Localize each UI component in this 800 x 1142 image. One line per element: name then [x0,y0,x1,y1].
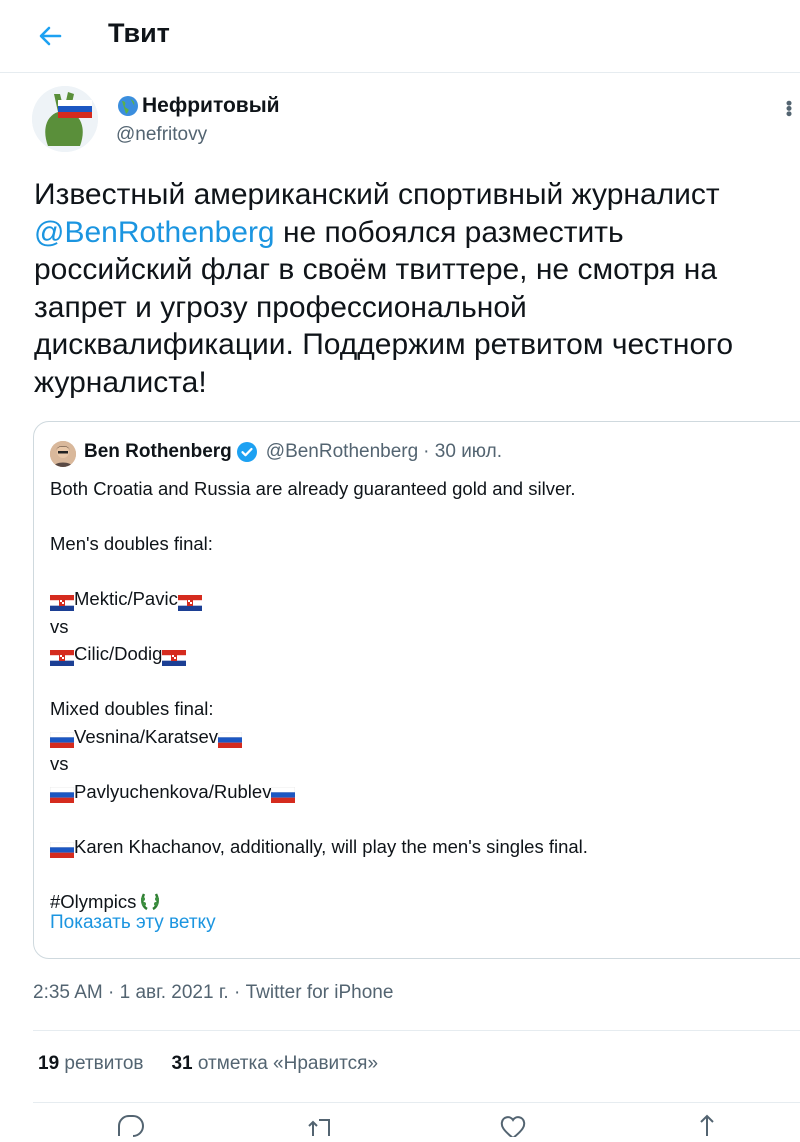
globe-icon [116,94,140,118]
russia-flag-icon [217,728,243,749]
tweet-stats: 19 ретвитов 31 отметка «Нравится» [38,1053,378,1075]
author-name[interactable]: Нефритовый [142,94,280,118]
hashtag-link[interactable]: #Olympics [50,888,136,916]
quoted-line: Mixed doubles final: [50,698,214,719]
quoted-line: vs [50,753,69,774]
croatia-flag-icon [50,591,74,611]
olympics-laurel-icon [138,889,162,913]
croatia-flag-icon [50,646,74,666]
quoted-line: #Olympics [50,888,800,916]
action-bar [0,1112,800,1140]
show-thread-link[interactable]: Показать эту ветку [50,912,216,934]
more-vertical-icon[interactable]: ••• [778,100,799,116]
author-info: Нефритовый @nefritovy [116,94,280,146]
quoted-line [50,668,800,696]
quoted-line [50,860,800,888]
quoted-line: Men's doubles final: [50,533,213,554]
quoted-line: Vesnina/Karatsev [49,723,800,751]
russia-flag-icon [49,838,75,859]
likes-stat[interactable]: 31 отметка «Нравится» [171,1053,378,1075]
quoted-author-name: Ben Rothenberg [84,441,232,462]
quoted-line: Cilic/Dodig [50,640,800,668]
russia-flag-icon [49,783,75,804]
croatia-flag-icon [177,591,202,611]
tweet-line: @BenRothenberg не побоялся разместить [34,215,624,249]
retweets-stat[interactable]: 19 ретвитов [38,1053,143,1075]
quoted-text: Both Croatia and Russia are already guar… [49,475,800,916]
top-bar: Твит [0,0,800,73]
quoted-author-handle: @BenRothenberg [265,441,419,462]
quoted-date: · 30 июл. [423,441,503,462]
quoted-header: Ben Rothenberg @BenRothenberg · 30 июл. [84,441,502,463]
heart-icon[interactable] [498,1112,528,1140]
quoted-line [50,805,800,833]
author-handle[interactable]: @nefritovy [116,124,280,146]
divider [33,1102,800,1103]
author-avatar[interactable] [32,86,98,152]
back-arrow-icon[interactable] [30,18,70,54]
quoted-line: vs [50,615,69,637]
russia-flag-icon [271,783,296,804]
quoted-tweet[interactable]: Ben Rothenberg @BenRothenberg · 30 июл. … [33,421,800,959]
quoted-author-avatar [50,441,76,467]
tweet-text: Известный американский спортивный журнал… [34,176,794,401]
verified-badge-icon [236,441,258,463]
quoted-line: Karen Khachanov, additionally, will play… [49,833,800,861]
tweet-line: запрет и угрозу профессиональной [34,290,527,324]
quoted-line [50,558,800,586]
quoted-line: Pavlyuchenkova/Rublev [49,778,800,806]
tweet-line: журналиста! [34,365,207,399]
quoted-line [50,503,800,531]
share-icon[interactable] [692,1112,722,1137]
russia-flag-icon [49,728,75,749]
mention-link[interactable]: @BenRothenberg [34,216,275,249]
croatia-flag-icon [162,646,187,666]
tweet-line: российский флаг в своём твиттере, не смо… [34,253,718,286]
page-title: Твит [108,18,170,48]
tweet-timestamp[interactable]: 2:35 AM · 1 авг. 2021 г. · Twitter for i… [33,982,393,1004]
quoted-line: Mektic/Pavic [50,585,800,613]
divider [33,1030,800,1031]
reply-icon[interactable] [115,1112,145,1137]
tweet-line: Известный американский спортивный журнал… [34,178,720,211]
tweet-line: дисквалификации. Поддержим ретвитом чест… [34,328,734,361]
quoted-line: Both Croatia and Russia are already guar… [50,478,576,499]
retweet-icon[interactable] [305,1112,335,1137]
